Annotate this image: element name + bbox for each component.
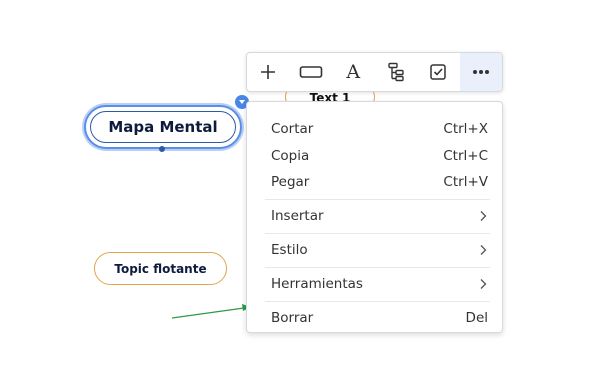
topic-toolbar: A	[246, 52, 503, 92]
floating-topic-label: Topic flotante	[114, 261, 207, 276]
structure-button[interactable]	[375, 53, 418, 91]
menu-item-delete[interactable]: Borrar Del	[271, 305, 488, 332]
menu-item-style[interactable]: Estilo	[271, 237, 488, 264]
central-topic-label: Mapa Mental	[108, 118, 218, 136]
more-horizontal-icon	[472, 70, 489, 74]
menu-divider	[265, 232, 490, 234]
text-style-button[interactable]: A	[332, 53, 375, 91]
collapse-dot[interactable]	[159, 146, 165, 152]
font-icon: A	[346, 61, 361, 83]
menu-item-shortcut: Ctrl+V	[443, 174, 488, 191]
floating-topic[interactable]: Topic flotante	[94, 252, 227, 285]
shape-button[interactable]	[290, 53, 333, 91]
menu-divider	[265, 198, 490, 200]
menu-divider	[265, 300, 490, 302]
central-topic[interactable]: Mapa Mental	[84, 105, 242, 149]
menu-item-tools[interactable]: Herramientas	[271, 271, 488, 298]
add-topic-button[interactable]	[247, 53, 290, 91]
checkbox-icon	[430, 64, 446, 80]
mind-map-canvas[interactable]: Text 1 Mapa Mental Topic flotante A Cort…	[0, 0, 600, 374]
menu-item-copy[interactable]: Copia Ctrl+C	[271, 143, 488, 170]
chevron-right-icon	[480, 211, 487, 221]
menu-item-shortcut: Ctrl+X	[443, 121, 488, 138]
menu-item-label: Cortar	[271, 121, 314, 138]
caret-down-icon	[239, 100, 245, 104]
menu-item-label: Pegar	[271, 174, 310, 191]
menu-item-label: Insertar	[271, 208, 324, 224]
menu-item-shortcut: Del	[465, 310, 488, 326]
menu-divider	[265, 266, 490, 268]
menu-item-label: Herramientas	[271, 276, 363, 292]
menu-item-shortcut: Ctrl+C	[443, 147, 488, 164]
plus-icon	[261, 65, 276, 79]
rectangle-icon	[299, 66, 323, 78]
task-button[interactable]	[417, 53, 460, 91]
chevron-right-icon	[480, 279, 487, 289]
more-button[interactable]	[459, 53, 502, 91]
menu-item-label: Borrar	[271, 310, 314, 326]
menu-item-cut[interactable]: Cortar Ctrl+X	[271, 116, 488, 143]
chevron-right-icon	[480, 245, 487, 255]
tree-structure-icon	[388, 62, 404, 82]
menu-item-label: Copia	[271, 147, 310, 164]
menu-item-paste[interactable]: Pegar Ctrl+V	[271, 169, 488, 196]
context-menu: Cortar Ctrl+X Copia Ctrl+C Pegar Ctrl+V …	[246, 101, 503, 333]
menu-item-insert[interactable]: Insertar	[271, 203, 488, 230]
menu-item-label: Estilo	[271, 242, 308, 258]
